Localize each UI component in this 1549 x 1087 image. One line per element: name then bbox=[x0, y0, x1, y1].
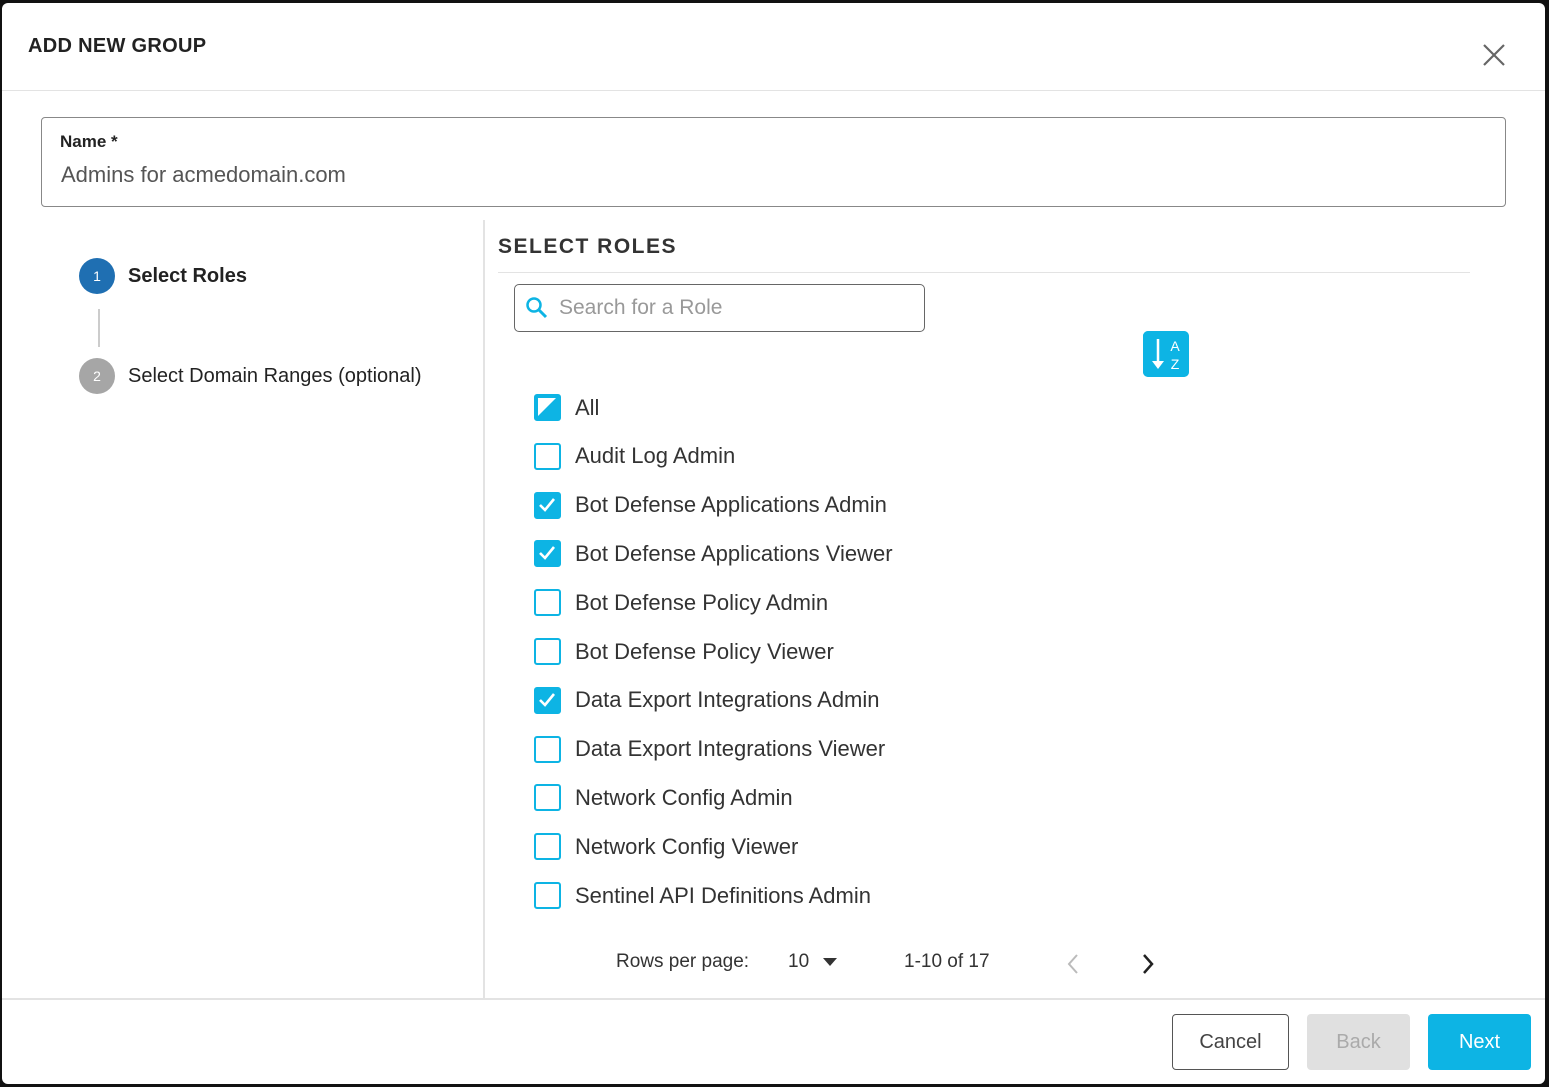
role-item[interactable]: Data Export Integrations Admin bbox=[534, 686, 880, 714]
footer-divider bbox=[2, 998, 1545, 1000]
role-label: Network Config Viewer bbox=[575, 833, 799, 859]
role-search[interactable] bbox=[514, 284, 925, 332]
role-item[interactable]: Data Export Integrations Viewer bbox=[534, 735, 886, 763]
role-item[interactable]: Network Config Admin bbox=[534, 784, 793, 812]
role-item[interactable]: Bot Defense Policy Viewer bbox=[534, 638, 834, 665]
step-number: 2 bbox=[79, 358, 115, 394]
header-divider bbox=[2, 90, 1545, 91]
role-label: Network Config Admin bbox=[575, 784, 793, 810]
role-label: All bbox=[575, 394, 600, 420]
role-label: Bot Defense Applications Viewer bbox=[575, 540, 893, 566]
next-button[interactable]: Next bbox=[1428, 1014, 1531, 1070]
role-checkbox[interactable] bbox=[534, 589, 561, 617]
name-label: Name * bbox=[60, 132, 118, 151]
role-checkbox[interactable] bbox=[534, 491, 561, 519]
step-number: 1 bbox=[79, 258, 115, 294]
indeterminate-icon bbox=[538, 398, 556, 416]
chevron-right-icon[interactable] bbox=[1141, 953, 1155, 975]
step-label: Select Roles bbox=[128, 264, 247, 287]
check-icon bbox=[539, 497, 556, 512]
rows-per-page-select[interactable]: 10 bbox=[788, 951, 838, 973]
cancel-button[interactable]: Cancel bbox=[1172, 1014, 1289, 1070]
check-icon bbox=[539, 546, 556, 561]
check-icon bbox=[539, 692, 556, 707]
step-connector bbox=[98, 309, 100, 347]
role-label: Bot Defense Applications Admin bbox=[575, 492, 887, 518]
role-checkbox[interactable] bbox=[534, 442, 561, 470]
role-item[interactable]: Network Config Viewer bbox=[534, 833, 799, 861]
role-label: Data Export Integrations Admin bbox=[575, 687, 880, 713]
step-label: Select Domain Ranges (optional) bbox=[128, 364, 422, 387]
role-checkbox[interactable] bbox=[534, 784, 561, 812]
column-divider bbox=[483, 220, 485, 1000]
role-label: Audit Log Admin bbox=[575, 443, 736, 469]
role-item[interactable]: Sentinel API Definitions Admin bbox=[534, 882, 871, 909]
role-checkbox[interactable] bbox=[534, 638, 561, 665]
name-input[interactable] bbox=[61, 162, 1461, 188]
role-label: Bot Defense Policy Admin bbox=[575, 589, 829, 615]
back-button[interactable]: Back bbox=[1307, 1014, 1410, 1070]
close-icon[interactable] bbox=[1480, 41, 1508, 69]
rows-per-page-value: 10 bbox=[788, 951, 810, 972]
role-label: Data Export Integrations Viewer bbox=[575, 736, 886, 762]
add-group-dialog: ADD NEW GROUP Name * 1 Select Roles 2 Se… bbox=[2, 3, 1545, 1084]
section-title: SELECT ROLES bbox=[498, 235, 678, 258]
role-item[interactable]: Bot Defense Policy Admin bbox=[534, 589, 829, 617]
caret-down-icon bbox=[823, 958, 838, 966]
rows-per-page-label: Rows per page: bbox=[616, 951, 750, 972]
step-select-domain-ranges[interactable]: 2 Select Domain Ranges (optional) bbox=[79, 358, 422, 394]
role-checkbox[interactable] bbox=[534, 686, 561, 714]
search-input[interactable] bbox=[559, 296, 899, 320]
step-select-roles[interactable]: 1 Select Roles bbox=[79, 258, 247, 294]
role-item[interactable]: All bbox=[534, 394, 599, 421]
role-checkbox[interactable] bbox=[534, 882, 561, 909]
page-range: 1-10 of 17 bbox=[904, 951, 990, 972]
role-item[interactable]: Audit Log Admin bbox=[534, 442, 736, 470]
dialog-title: ADD NEW GROUP bbox=[28, 35, 207, 57]
role-checkbox[interactable] bbox=[534, 735, 561, 763]
role-label: Sentinel API Definitions Admin bbox=[575, 882, 871, 908]
role-checkbox[interactable] bbox=[534, 540, 561, 568]
role-checkbox[interactable] bbox=[534, 394, 561, 421]
chevron-left-icon[interactable] bbox=[1066, 953, 1080, 975]
role-item[interactable]: Bot Defense Applications Admin bbox=[534, 491, 887, 519]
role-checkbox[interactable] bbox=[534, 833, 561, 861]
role-item[interactable]: Bot Defense Applications Viewer bbox=[534, 540, 893, 568]
sort-alpha-icon[interactable]: A Z bbox=[1143, 331, 1189, 377]
name-field[interactable]: Name * bbox=[41, 117, 1506, 207]
svg-text:A: A bbox=[1170, 338, 1180, 354]
search-icon bbox=[526, 297, 548, 319]
svg-text:Z: Z bbox=[1171, 356, 1180, 372]
section-divider bbox=[498, 272, 1470, 273]
role-label: Bot Defense Policy Viewer bbox=[575, 638, 834, 664]
